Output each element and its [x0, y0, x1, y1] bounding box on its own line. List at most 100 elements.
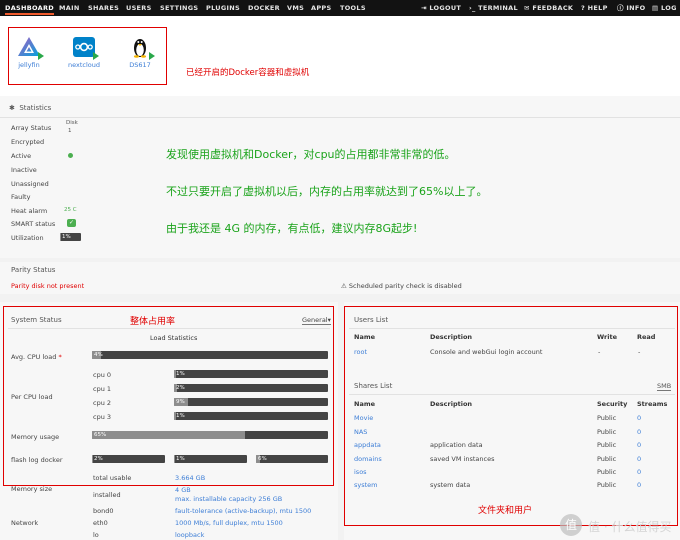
share-description: saved VM instances [430, 455, 495, 463]
stat-label-array-status: Array Status [11, 124, 52, 132]
disk-number: 1 [68, 128, 72, 134]
nav-tab-dashboard[interactable]: DASHBOARD [5, 0, 54, 16]
share-streams: 0 [637, 414, 642, 422]
annotation-cpu-low: 发现使用虚拟机和Docker，对cpu的占用都非常非常的低。 [166, 148, 456, 161]
annotation-memory-65: 不过只要开启了虚拟机以后，内存的占用率就达到了65%以上了。 [166, 185, 488, 198]
stat-label-utilization: Utilization [11, 234, 44, 242]
nav-tab-settings[interactable]: SETTINGS [160, 0, 198, 16]
view-dropdown[interactable]: General▾ [302, 316, 331, 325]
user-root-read: - [638, 348, 641, 356]
cpu-1-bar: 2% [174, 384, 328, 392]
log-button[interactable]: ▤ LOG [652, 0, 677, 16]
network-label: Network [11, 519, 39, 527]
users-header-description: Description [430, 333, 473, 341]
app-label: DS617 [129, 61, 151, 69]
bond0-label: bond0 [93, 507, 114, 515]
share-streams: 0 [637, 455, 642, 463]
watermark-text: 值 · 什么值得买 [588, 520, 672, 534]
help-button[interactable]: ? HELP [581, 0, 608, 16]
nav-tab-shares[interactable]: SHARES [88, 0, 119, 16]
gear-icon: ✱ [9, 104, 15, 112]
top-navigation-bar: DASHBOARD MAIN SHARES USERS SETTINGS PLU… [0, 0, 680, 16]
share-security: Public [597, 468, 617, 476]
app-jellyfin[interactable]: jellyfin [9, 36, 49, 69]
system-status-title: System Status [11, 316, 62, 324]
statistics-title: ✱ Statistics [9, 104, 51, 112]
help-label: HELP [587, 4, 608, 12]
share-security: Public [597, 414, 617, 422]
app-label: nextcloud [67, 61, 100, 69]
app-nextcloud[interactable]: nextcloud [64, 36, 104, 69]
info-icon: ⓘ [617, 4, 624, 12]
memory-usage-fill [92, 431, 246, 439]
users-list-title: Users List [354, 316, 389, 324]
divider [349, 394, 675, 395]
stat-label-unassigned: Unassigned [11, 180, 49, 188]
nav-tab-main[interactable]: MAIN [59, 0, 80, 16]
cpu-0-label: cpu 0 [93, 371, 112, 379]
nav-tab-tools[interactable]: TOOLS [340, 0, 366, 16]
share-name-link[interactable]: Movie [354, 414, 373, 422]
terminal-button[interactable]: ›_ TERMINAL [469, 0, 518, 16]
share-security: Public [597, 481, 617, 489]
shares-header-security: Security [597, 400, 628, 408]
warning-icon: ⚠ [341, 282, 347, 290]
parity-title: Parity Status [11, 266, 56, 274]
utilization-bar: 1% [60, 233, 81, 241]
share-name-link[interactable]: domains [354, 455, 382, 463]
share-streams: 0 [637, 428, 642, 436]
info-label: INFO [626, 4, 646, 12]
app-ds617[interactable]: DS617 [120, 36, 160, 69]
share-name-link[interactable]: appdata [354, 441, 381, 449]
max-capacity-value: max. installable capacity 256 GB [175, 495, 283, 503]
users-header-read: Read [637, 333, 656, 341]
installed-label: installed [93, 491, 121, 499]
share-name-link[interactable]: NAS [354, 428, 367, 436]
shares-header-streams: Streams [637, 400, 668, 408]
parity-status: Parity disk not present [11, 282, 85, 290]
parity-check-text: Scheduled parity check is disabled [348, 282, 462, 290]
memory-size-label: Memory size [11, 485, 53, 493]
required-asterisk: * [58, 353, 62, 361]
cpu-2-bar: 9% [174, 398, 328, 406]
linux-penguin-icon [128, 36, 155, 60]
share-protocol-dropdown[interactable]: SMB [657, 382, 672, 391]
nav-tab-plugins[interactable]: PLUGINS [206, 0, 240, 16]
flash-log-docker-label: flash log docker [11, 456, 63, 464]
log-usage-fill [174, 455, 175, 463]
avg-cpu-load-label: Avg. CPU load * [11, 353, 62, 361]
share-name-link[interactable]: isos [354, 468, 367, 476]
share-description: application data [430, 441, 483, 449]
share-security: Public [597, 441, 617, 449]
logout-icon: ⇥ [421, 4, 427, 12]
eth0-label: eth0 [93, 519, 108, 527]
flash-usage-value: 2% [94, 456, 103, 462]
lo-label: lo [93, 531, 99, 539]
share-name-link[interactable]: system [354, 481, 378, 489]
active-status-dot-icon [68, 153, 73, 158]
terminal-icon: ›_ [469, 4, 476, 12]
eth0-value: 1000 Mb/s, full duplex, mtu 1500 [175, 519, 283, 527]
share-streams: 0 [637, 481, 642, 489]
running-indicator-icon [38, 52, 44, 60]
nav-tab-apps[interactable]: APPS [311, 0, 331, 16]
cpu-3-label: cpu 3 [93, 413, 112, 421]
cpu-0-value: 1% [176, 371, 185, 377]
statistics-title-text: Statistics [19, 104, 52, 112]
nextcloud-icon [72, 36, 99, 60]
annotation-folders-users: 文件夹和用户 [478, 506, 533, 516]
nav-tab-users[interactable]: USERS [126, 0, 152, 16]
nav-tab-docker[interactable]: DOCKER [248, 0, 280, 16]
smart-ok-icon: ✓ [67, 219, 76, 227]
cpu-3-bar: 1% [174, 412, 328, 420]
user-root-link[interactable]: root [354, 348, 367, 356]
stat-label-inactive: Inactive [11, 166, 37, 174]
feedback-button[interactable]: ✉ FEEDBACK [524, 0, 573, 16]
running-indicator-icon [149, 52, 155, 60]
info-button[interactable]: ⓘ INFO [617, 0, 645, 16]
logout-button[interactable]: ⇥ LOGOUT [421, 0, 461, 16]
logout-label: LOGOUT [429, 4, 462, 12]
parity-panel [0, 262, 680, 294]
nav-tab-vms[interactable]: VMS [287, 0, 304, 16]
lo-value: loopback [175, 531, 205, 539]
